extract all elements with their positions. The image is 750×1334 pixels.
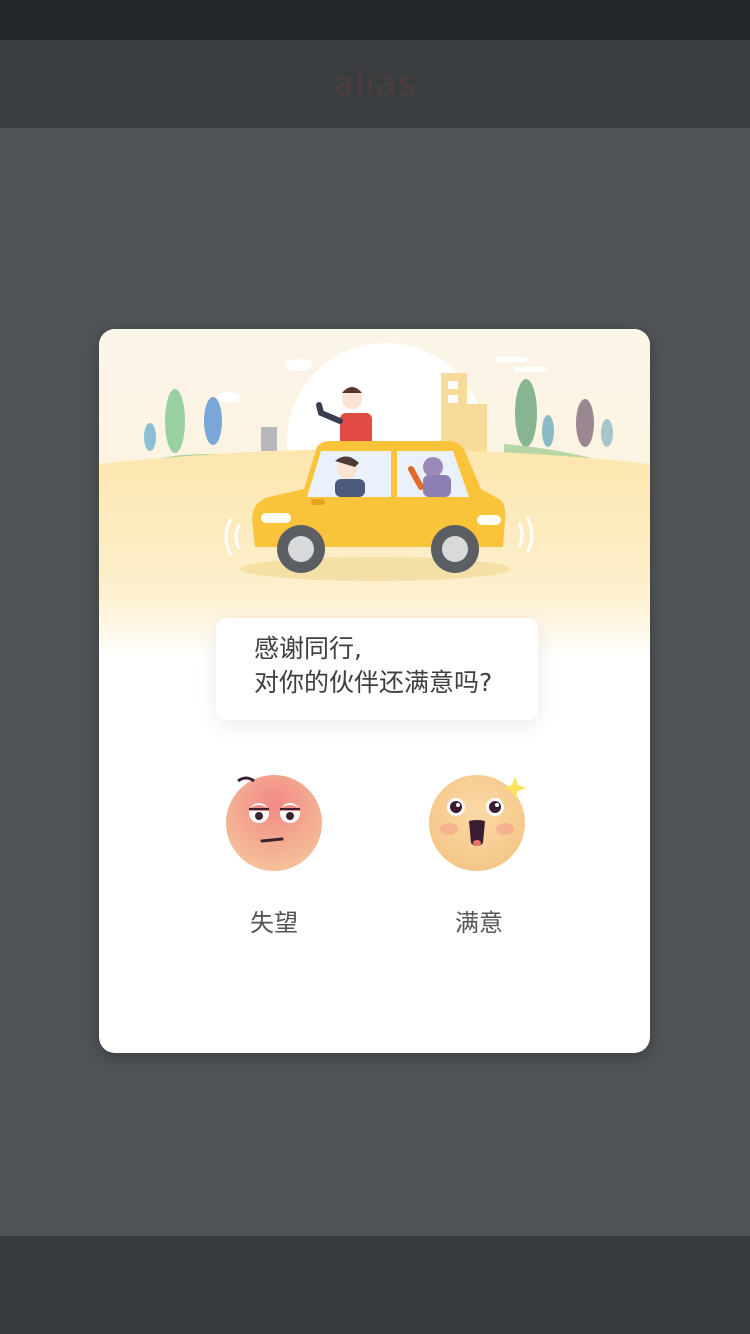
satisfied-face-icon [429, 775, 526, 871]
disappointed-face-icon [226, 775, 322, 871]
disappointed-label: 失望 [250, 909, 298, 937]
page-title: alias [333, 64, 417, 104]
status-bar [0, 0, 750, 40]
message-line-1: 感谢同行, [254, 634, 362, 663]
disappointed-option[interactable]: 失望 [219, 773, 329, 938]
message-line-2: 对你的伙伴还满意吗? [254, 668, 493, 697]
satisfied-label: 满意 [455, 909, 503, 937]
rating-dialog: 感谢同行, 对你的伙伴还满意吗? 失望 满意 [99, 329, 650, 1053]
satisfied-option[interactable]: 满意 [424, 773, 534, 938]
ride-illustration [99, 329, 650, 659]
thanks-message: 感谢同行, 对你的伙伴还满意吗? [216, 618, 538, 720]
bottom-bar [0, 1236, 750, 1334]
nav-bar: alias [0, 40, 750, 128]
